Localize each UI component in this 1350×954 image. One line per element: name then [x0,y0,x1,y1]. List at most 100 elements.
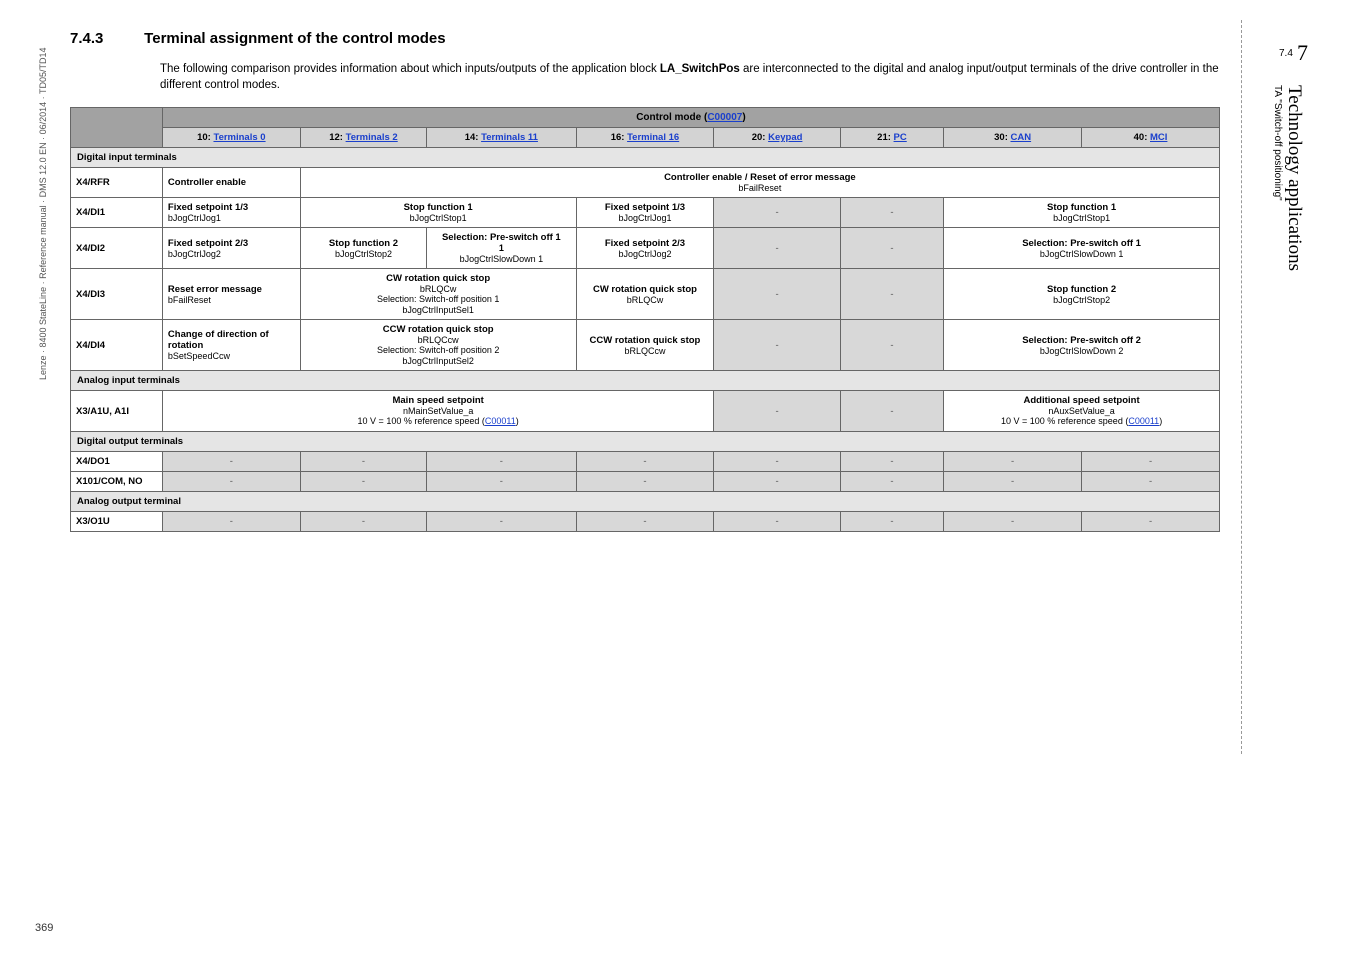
row-do1: X4/DO1 - - - - - - - - [71,452,1220,472]
heading-title: Terminal assignment of the control modes [144,30,445,47]
do1-e6: - [840,452,943,472]
label-a1u: X3/A1U, A1I [71,391,163,432]
row-di1: X4/DI1 Fixed setpoint 1/3bJogCtrlJog1 St… [71,198,1220,228]
hdr-40: 40: MCI [1082,128,1220,148]
do1-e5: - [714,452,840,472]
link-c00011-b[interactable]: C00011 [1128,416,1159,426]
sec-analog-output: Analog output terminal [71,492,1220,512]
link-terminals11[interactable]: Terminals 11 [481,132,538,143]
di1-g2: Stop function 1bJogCtrlStop1 [944,198,1220,228]
sec-digital-input: Digital input terminals [71,148,1220,168]
com-e3: - [427,472,576,492]
com-e1: - [162,472,300,492]
di3-g2: Stop function 2bJogCtrlStop2 [944,269,1220,320]
hdr-20: 20: Keypad [714,128,840,148]
a1u-e2: - [840,391,943,432]
page-number: 369 [35,922,53,934]
do1-e3: - [427,452,576,472]
label-com: X101/COM, NO [71,472,163,492]
do1-e4: - [576,452,714,472]
cm-label: Control mode ( [636,112,707,123]
row-rfr: X4/RFR Controller enable Controller enab… [71,168,1220,198]
label-di3: X4/DI3 [71,269,163,320]
intro-bold: LA_SwitchPos [660,63,740,75]
label-di1: X4/DI1 [71,198,163,228]
di4-g1: CCW rotation quick stop bRLQCcw Selectio… [300,320,576,371]
di4-c4: CCW rotation quick stopbRLQCcw [576,320,714,371]
hdr-10: 10: Terminals 0 [162,128,300,148]
rfr-c1: Controller enable [162,168,300,198]
row-di4: X4/DI4 Change of direction of rotationbS… [71,320,1220,371]
intro-paragraph: The following comparison provides inform… [160,62,1220,93]
link-pc[interactable]: PC [894,132,907,143]
di4-g2: Selection: Pre-switch off 2bJogCtrlSlowD… [944,320,1220,371]
hdr-16: 16: Terminal 16 [576,128,714,148]
di1-e1: - [714,198,840,228]
sidebar-manual-ref: Lenze · 8400 StateLine · Reference manua… [38,47,48,380]
di3-e1: - [714,269,840,320]
link-mci[interactable]: MCI [1150,132,1167,143]
link-terminal16[interactable]: Terminal 16 [627,132,679,143]
o1u-e1: - [162,512,300,532]
com-e2: - [300,472,426,492]
a1u-g2: Additional speed setpoint nAuxSetValue_a… [944,391,1220,432]
com-e7: - [944,472,1082,492]
section-number: 7.4 [1279,48,1293,59]
corner-cell [71,108,163,148]
do1-e7: - [944,452,1082,472]
di2-c4: Fixed setpoint 2/3bJogCtrlJog2 [576,228,714,269]
di4-e1: - [714,320,840,371]
com-e8: - [1082,472,1220,492]
section-heading: 7.4.3 Terminal assignment of the control… [70,30,1220,47]
di2-e2: - [840,228,943,269]
hdr-30: 30: CAN [944,128,1082,148]
o1u-e5: - [714,512,840,532]
label-do1: X4/DO1 [71,452,163,472]
di2-c2: Stop function 2bJogCtrlStop2 [300,228,426,269]
main-content: 7.4.3 Terminal assignment of the control… [70,30,1220,532]
link-terminals0[interactable]: Terminals 0 [213,132,265,143]
row-a1u: X3/A1U, A1I Main speed setpoint nMainSet… [71,391,1220,432]
di2-e1: - [714,228,840,269]
di4-c1: Change of direction of rotationbSetSpeed… [162,320,300,371]
heading-number: 7.4.3 [70,30,140,47]
com-e6: - [840,472,943,492]
di4-e2: - [840,320,943,371]
link-can[interactable]: CAN [1011,132,1032,143]
di1-e2: - [840,198,943,228]
di1-c4: Fixed setpoint 1/3bJogCtrlJog1 [576,198,714,228]
cm-close: ) [742,112,745,123]
di1-c1: Fixed setpoint 1/3bJogCtrlJog1 [162,198,300,228]
di2-g2: Selection: Pre-switch off 1bJogCtrlSlowD… [944,228,1220,269]
row-di3: X4/DI3 Reset error messagebFailReset CW … [71,269,1220,320]
terminal-table: Control mode (C00007) 10: Terminals 0 12… [70,107,1220,532]
do1-e8: - [1082,452,1220,472]
link-terminals2[interactable]: Terminals 2 [346,132,398,143]
row-o1u: X3/O1U - - - - - - - - [71,512,1220,532]
sec-digital-output: Digital output terminals [71,432,1220,452]
o1u-e8: - [1082,512,1220,532]
intro-a: The following comparison provides inform… [160,63,660,75]
di3-c4: CW rotation quick stopbRLQCw [576,269,714,320]
section-title-side: TA "Switch-off positioning" [1272,85,1283,201]
hdr-12: 12: Terminals 2 [300,128,426,148]
c00007-link[interactable]: C00007 [707,112,742,123]
di3-c1: Reset error messagebFailReset [162,269,300,320]
di3-e2: - [840,269,943,320]
do1-e2: - [300,452,426,472]
di3-g1: CW rotation quick stop bRLQCw Selection:… [300,269,576,320]
o1u-e6: - [840,512,943,532]
o1u-e4: - [576,512,714,532]
chapter-number: 7 [1297,40,1308,66]
control-mode-header: Control mode (C00007) [162,108,1219,128]
label-o1u: X3/O1U [71,512,163,532]
di2-c1: Fixed setpoint 2/3bJogCtrlJog2 [162,228,300,269]
link-c00011-a[interactable]: C00011 [485,416,516,426]
label-rfr: X4/RFR [71,168,163,198]
a1u-e1: - [714,391,840,432]
a1u-g1: Main speed setpoint nMainSetValue_a 10 V… [162,391,713,432]
row-di2: X4/DI2 Fixed setpoint 2/3bJogCtrlJog2 St… [71,228,1220,269]
do1-e1: - [162,452,300,472]
link-keypad[interactable]: Keypad [768,132,802,143]
label-di4: X4/DI4 [71,320,163,371]
